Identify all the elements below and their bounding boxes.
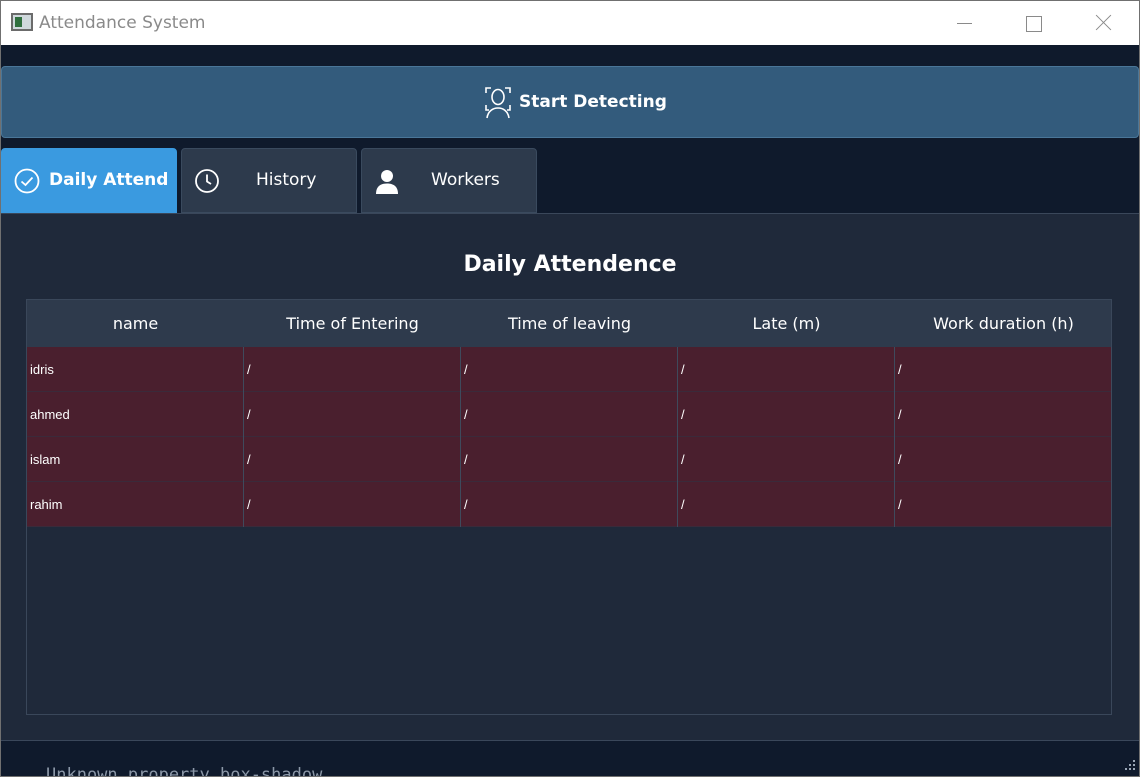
tab-daily-attend-label: Daily Attend <box>49 170 169 190</box>
cell-name[interactable]: idris <box>27 347 244 392</box>
table-row[interactable]: islam / / / / <box>27 437 1112 482</box>
console-message: Unknown property box-shadow <box>46 765 323 777</box>
cell-time-entering[interactable]: / <box>244 482 461 527</box>
cell-late[interactable]: / <box>678 392 895 437</box>
table-row[interactable]: ahmed / / / / <box>27 392 1112 437</box>
cell-work-duration[interactable]: / <box>895 392 1112 437</box>
column-header-late[interactable]: Late (m) <box>678 300 895 347</box>
column-header-time-leaving[interactable]: Time of leaving <box>461 300 678 347</box>
tab-history-label: History <box>256 170 317 190</box>
tab-workers-label: Workers <box>431 170 500 190</box>
cell-work-duration[interactable]: / <box>895 347 1112 392</box>
cell-time-leaving[interactable]: / <box>461 482 678 527</box>
cell-name[interactable]: ahmed <box>27 392 244 437</box>
attendance-table[interactable]: name Time of Entering Time of leaving La… <box>26 299 1112 715</box>
cell-time-entering[interactable]: / <box>244 347 461 392</box>
start-detecting-button[interactable]: Start Detecting <box>1 66 1139 138</box>
cell-time-leaving[interactable]: / <box>461 437 678 482</box>
check-circle-icon <box>14 168 40 194</box>
tab-workers[interactable]: Workers <box>361 148 537 213</box>
clock-icon <box>195 169 219 193</box>
table-row[interactable]: rahim / / / / <box>27 482 1112 527</box>
cell-late[interactable]: / <box>678 437 895 482</box>
window-title: Attendance System <box>39 13 206 33</box>
table-row[interactable]: idris / / / / <box>27 347 1112 392</box>
page-title: Daily Attendence <box>463 252 677 277</box>
cell-time-leaving[interactable]: / <box>461 392 678 437</box>
tab-history[interactable]: History <box>181 148 357 213</box>
cell-late[interactable]: / <box>678 347 895 392</box>
daily-attendance-panel: Daily Attendence name Time of Entering T… <box>1 213 1139 741</box>
app-window: Attendance System Start Detecting Daily … <box>0 0 1140 777</box>
column-header-time-entering[interactable]: Time of Entering <box>244 300 461 347</box>
app-icon <box>11 13 33 31</box>
table-header: name Time of Entering Time of leaving La… <box>27 300 1111 347</box>
title-bar: Attendance System <box>1 1 1139 45</box>
tab-daily-attend[interactable]: Daily Attend <box>1 148 177 213</box>
close-button[interactable] <box>1081 7 1127 39</box>
cell-name[interactable]: rahim <box>27 482 244 527</box>
cell-name[interactable]: islam <box>27 437 244 482</box>
column-header-name[interactable]: name <box>27 300 244 347</box>
resize-grip-icon[interactable] <box>1125 760 1135 770</box>
maximize-button[interactable] <box>1011 7 1057 39</box>
cell-time-entering[interactable]: / <box>244 392 461 437</box>
person-icon <box>376 170 398 194</box>
minimize-button[interactable] <box>941 7 987 39</box>
column-header-work-duration[interactable]: Work duration (h) <box>895 300 1112 347</box>
cell-work-duration[interactable]: / <box>895 482 1112 527</box>
app-content: Start Detecting Daily Attend History Wor… <box>1 45 1139 776</box>
cell-time-leaving[interactable]: / <box>461 347 678 392</box>
start-detecting-label: Start Detecting <box>519 92 667 112</box>
cell-late[interactable]: / <box>678 482 895 527</box>
cell-time-entering[interactable]: / <box>244 437 461 482</box>
face-scan-icon <box>485 87 511 119</box>
cell-work-duration[interactable]: / <box>895 437 1112 482</box>
